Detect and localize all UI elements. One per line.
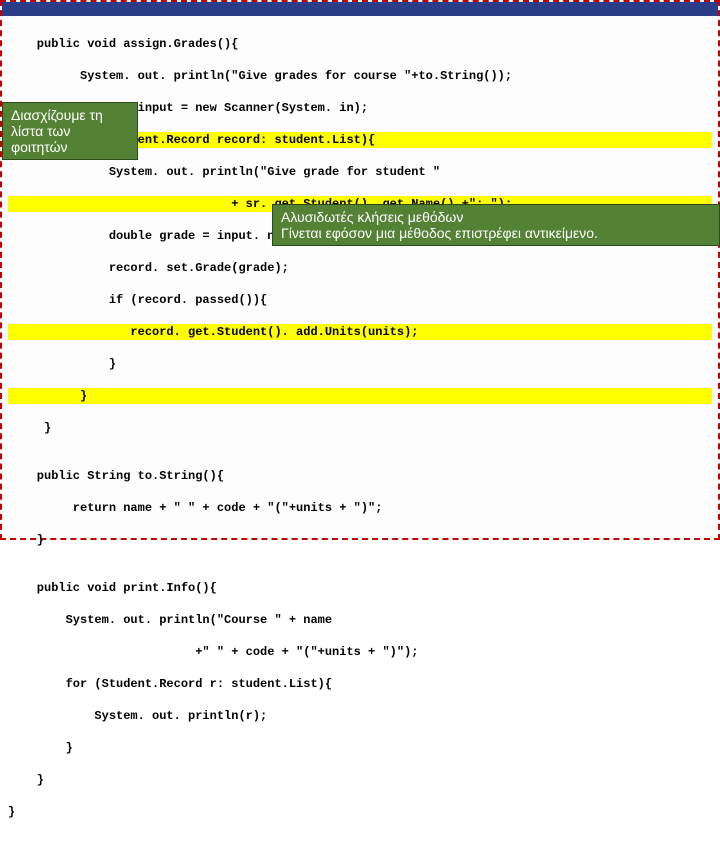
code-line: record. set.Grade(grade);	[8, 260, 712, 276]
code-line: }	[8, 740, 712, 756]
callout-left-line: Διασχίζουμε τη	[11, 107, 129, 123]
slide-frame: public void assign.Grades(){ System. out…	[0, 0, 720, 540]
callout-left-line: λίστα των	[11, 123, 129, 139]
code-line: System. out. println("Give grade for stu…	[8, 164, 712, 180]
code-line: }	[8, 804, 712, 820]
code-line: if (record. passed()){	[8, 292, 712, 308]
top-blue-stripe	[2, 2, 718, 16]
code-line: for (Student.Record r: student.List){	[8, 676, 712, 692]
callout-right-line: Αλυσιδωτές κλήσεις μεθόδων	[281, 209, 711, 225]
code-line: +" " + code + "("+units + ")");	[8, 644, 712, 660]
callout-left: Διασχίζουμε τη λίστα των φοιτητών	[2, 102, 138, 160]
code-line: }	[8, 772, 712, 788]
code-line: public void assign.Grades(){	[8, 36, 712, 52]
code-line: System. out. println("Course " + name	[8, 612, 712, 628]
code-line: record. get.Student(). add.Units(units);	[8, 324, 712, 340]
code-line: System. out. println("Give grades for co…	[8, 68, 712, 84]
code-line: }	[8, 356, 712, 372]
code-line: public String to.String(){	[8, 468, 712, 484]
callout-left-line: φοιτητών	[11, 139, 129, 155]
code-line: return name + " " + code + "("+units + "…	[8, 500, 712, 516]
callout-right-line: Γίνεται εφόσον μια μέθοδος επιστρέφει αν…	[281, 225, 711, 241]
code-line: }	[8, 388, 712, 404]
code-line: }	[8, 420, 712, 436]
code-line: public void print.Info(){	[8, 580, 712, 596]
callout-right: Αλυσιδωτές κλήσεις μεθόδων Γίνεται εφόσο…	[272, 204, 720, 246]
code-line: System. out. println(r);	[8, 708, 712, 724]
code-line: }	[8, 532, 712, 548]
